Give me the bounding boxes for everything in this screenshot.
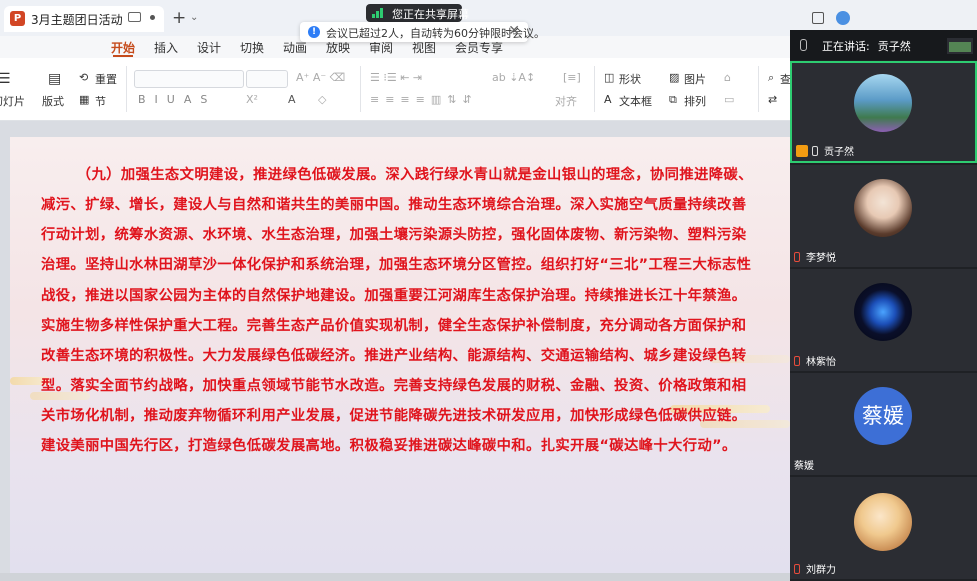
textbox-button[interactable]: 文本框 — [619, 93, 652, 109]
arrange-icon[interactable]: ⧉ — [669, 93, 677, 107]
reader-mode-icon[interactable] — [812, 12, 824, 24]
section-icon[interactable]: ▦ — [79, 93, 89, 106]
screen-sharing-label: 您正在共享屏幕 — [392, 8, 469, 21]
superscript-icon[interactable]: X² — [246, 93, 258, 106]
search-icon[interactable]: ⌕ — [768, 71, 774, 85]
mic-muted-icon — [794, 356, 800, 366]
tab-home[interactable]: 开始 — [111, 39, 135, 56]
font-color-icon[interactable]: A — [288, 93, 296, 106]
participant-tile[interactable]: 蔡媛 蔡媛 — [790, 373, 977, 475]
paragraph-align-icons[interactable]: ≡≡≡≡▥⇅⇵ — [370, 93, 478, 106]
participant-label: 林紫怡 — [794, 353, 836, 368]
girl-avatar — [854, 179, 912, 237]
toolbar-divider — [594, 66, 595, 112]
microphone-icon — [812, 146, 818, 156]
layout-button[interactable]: 版式 — [42, 93, 64, 109]
text-format-icons[interactable]: BIUAS — [138, 93, 216, 106]
planet-avatar — [854, 283, 912, 341]
unsaved-dot-icon — [150, 15, 155, 20]
new-slide-button[interactable]: 幻灯片 — [0, 93, 25, 109]
user-avatar[interactable] — [836, 11, 850, 25]
presentation-app-icon: P — [10, 11, 25, 26]
tab-design[interactable]: 设计 — [197, 39, 221, 56]
font-name-select[interactable] — [134, 70, 244, 88]
bullet-list-icon[interactable]: ☰ ⁝☰ ⇤ ⇥ — [370, 71, 422, 84]
participant-tile[interactable]: 刘群力 — [790, 477, 977, 579]
toolbar-divider — [360, 66, 361, 112]
participant-name: 刘群力 — [806, 565, 836, 576]
text-direction-icon[interactable]: ab ⇣A↕ — [492, 71, 535, 84]
toolbar-divider — [758, 66, 759, 112]
shape-button[interactable]: 形状 — [619, 71, 641, 87]
participant-tile[interactable]: 贡子然 — [790, 61, 977, 163]
replace-icon[interactable]: ⇄ — [768, 93, 777, 106]
participant-tile[interactable]: 李梦悦 — [790, 165, 977, 267]
shape-icon[interactable]: ◫ — [604, 71, 614, 84]
tab-transitions[interactable]: 切换 — [240, 39, 264, 56]
clear-format-icon[interactable]: ◇ — [318, 93, 326, 106]
monitor-icon[interactable] — [128, 12, 141, 22]
mic-muted-icon — [794, 252, 800, 262]
participant-label: 刘群力 — [794, 561, 836, 576]
participant-name: 蔡媛 — [794, 461, 814, 472]
text-box-align-icon[interactable]: [≡] — [563, 71, 581, 84]
host-icon — [796, 145, 808, 157]
slide-paragraph[interactable]: （九）加强生态文明建设，推进绿色低碳发展。深入践行绿水青山就是金山银山的理念，协… — [41, 160, 753, 462]
signal-bars-icon — [372, 8, 384, 18]
fill-icon[interactable]: ⌂ — [724, 71, 731, 84]
speaking-label: 正在讲话: — [822, 40, 870, 53]
font-size-controls-icon[interactable]: A⁺ A⁻ ⌫ — [296, 71, 345, 84]
new-slide-icon[interactable]: ☰ — [0, 71, 11, 87]
info-icon: ! — [308, 26, 320, 38]
section-button[interactable]: 节 — [95, 93, 106, 109]
participant-label: 蔡媛 — [794, 457, 814, 472]
home-toolbar: ☰ 幻灯片 ▤ 版式 ⟲ 重置 ▦ 节 A⁺ A⁻ ⌫ BIUAS X² A ◇… — [0, 58, 791, 121]
status-bar — [0, 573, 790, 581]
screen-sharing-badge[interactable]: 您正在共享屏幕 — [366, 4, 469, 22]
microphone-icon[interactable] — [800, 39, 807, 51]
arrange-button[interactable]: 排列 — [684, 93, 706, 109]
outline-icon[interactable]: ▭ — [724, 93, 734, 106]
chevron-down-icon[interactable]: ⌄ — [190, 12, 198, 23]
participant-label: 贡子然 — [796, 143, 854, 158]
reset-button[interactable]: 重置 — [95, 71, 117, 87]
participant-label: 李梦悦 — [794, 249, 836, 264]
anime-avatar — [854, 493, 912, 551]
picture-button[interactable]: 图片 — [684, 71, 706, 87]
landscape-avatar — [854, 74, 912, 132]
tab-insert[interactable]: 插入 — [154, 39, 178, 56]
active-tab-indicator — [113, 55, 133, 57]
participant-name: 林紫怡 — [806, 357, 836, 368]
align-button[interactable]: 对齐 — [555, 93, 577, 109]
reset-icon[interactable]: ⟲ — [79, 71, 88, 84]
font-size-select[interactable] — [246, 70, 288, 88]
picture-icon[interactable]: ▨ — [669, 71, 679, 84]
document-tab-title: 3月主题团日活动 — [31, 13, 123, 27]
video-grid-icon[interactable] — [945, 34, 975, 58]
participant-name: 李梦悦 — [806, 253, 836, 264]
new-tab-plus-icon[interactable]: + — [172, 8, 186, 28]
close-icon[interactable]: ✕ — [508, 23, 520, 39]
speaking-name: 贡子然 — [877, 40, 911, 53]
participant-tile[interactable]: 林紫怡 — [790, 269, 977, 371]
meeting-limit-notice: ! 会议已超过2人，自动转为60分钟限时会议。 ✕ — [300, 22, 545, 42]
participant-name: 贡子然 — [824, 147, 854, 158]
mic-muted-icon — [794, 564, 800, 574]
textbox-icon[interactable]: A — [604, 93, 612, 106]
speaking-indicator: 正在讲话: 贡子然 — [822, 38, 911, 54]
toolbar-divider — [126, 66, 127, 112]
layout-icon[interactable]: ▤ — [48, 71, 61, 87]
text-avatar: 蔡媛 — [854, 387, 912, 445]
